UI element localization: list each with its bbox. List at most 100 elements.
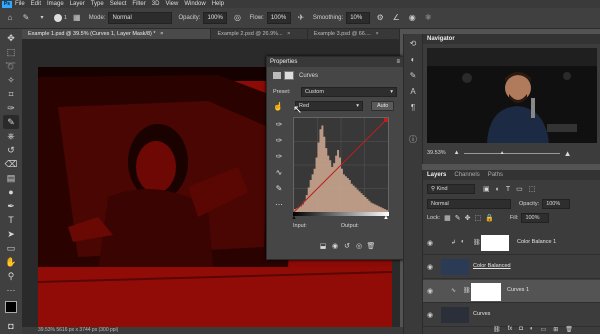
hand-tool-icon[interactable]: ✋ <box>3 255 19 269</box>
pressure-opacity-icon[interactable]: ◎ <box>231 12 243 24</box>
gear-icon[interactable]: ⚙ <box>374 12 386 24</box>
path-selection-tool-icon[interactable]: ➤ <box>3 227 19 241</box>
menu-image[interactable]: Image <box>47 1 64 7</box>
smoothing-field[interactable]: 10% <box>346 12 371 24</box>
trash-icon[interactable]: 🗑 <box>565 326 573 333</box>
menu-select[interactable]: Select <box>110 1 127 7</box>
layer-mask-thumbnail[interactable] <box>471 283 501 301</box>
character-panel-icon[interactable]: A <box>407 86 419 98</box>
tab-example-1[interactable]: Example 1.psd @ 39.5% (Curves 1, Layer M… <box>22 29 212 39</box>
angle-icon[interactable]: ∠ <box>390 12 402 24</box>
smooth-curve-icon[interactable]: ⋯ <box>273 199 285 211</box>
menu-type[interactable]: Type <box>91 1 104 7</box>
pencil-draw-icon[interactable]: ✎ <box>273 183 285 195</box>
layer-row[interactable]: ◉ ↲ ◐ ⛓ Color Balance 1 <box>423 232 600 255</box>
move-tool-icon[interactable]: ✥ <box>3 31 19 45</box>
layer-thumbnail[interactable] <box>441 259 469 275</box>
menu-layer[interactable]: Layer <box>70 1 85 7</box>
trash-icon[interactable]: 🗑 <box>365 243 377 250</box>
curve-graph[interactable] <box>293 117 389 213</box>
new-adjustment-icon[interactable]: ◐ <box>530 326 534 333</box>
more-tools-icon[interactable]: ··· <box>3 283 19 297</box>
menu-help[interactable]: Help <box>212 1 224 7</box>
menu-edit[interactable]: Edit <box>31 1 41 7</box>
dodge-tool-icon[interactable]: ● <box>3 185 19 199</box>
gray-point-eyedropper-icon[interactable]: ✑ <box>273 135 285 147</box>
gradient-tool-icon[interactable]: ▤ <box>3 171 19 185</box>
brush-preset-icon[interactable]: ✎ <box>20 12 32 24</box>
lock-transparent-icon[interactable]: ▦ <box>444 214 451 222</box>
link-layers-icon[interactable]: ⛓ <box>493 326 501 333</box>
mode-select[interactable]: Normal <box>108 12 173 24</box>
chevron-down-icon[interactable]: ▾ <box>36 12 48 24</box>
view-previous-state-icon[interactable]: ◉ <box>329 243 341 250</box>
brush-tool-icon[interactable]: ✎ <box>3 115 19 129</box>
clone-stamp-tool-icon[interactable]: ⎈ <box>3 129 19 143</box>
lasso-tool-icon[interactable]: ➰ <box>3 59 19 73</box>
tab-channels[interactable]: Channels <box>450 172 483 178</box>
brush-size-picker[interactable]: 1 <box>54 14 67 22</box>
visibility-eye-icon[interactable]: ◉ <box>427 263 433 271</box>
tab-paths[interactable]: Paths <box>484 172 507 178</box>
type-tool-icon[interactable]: T <box>3 213 19 227</box>
menu-window[interactable]: Window <box>184 1 205 7</box>
zoom-slider[interactable]: ▲ <box>463 150 560 156</box>
filter-adjustment-icon[interactable]: ◐ <box>496 186 500 193</box>
clip-to-layer-icon[interactable]: ⬓ <box>317 243 329 250</box>
symmetry-icon[interactable]: ⚛ <box>422 12 434 24</box>
channel-select[interactable]: Red ▾ <box>294 101 363 111</box>
on-image-adjust-icon[interactable]: ☝ <box>273 102 283 111</box>
lock-position-icon[interactable]: ✥ <box>465 214 471 222</box>
menu-file[interactable]: File <box>15 1 25 7</box>
lock-pixels-icon[interactable]: ✎ <box>455 214 461 222</box>
visibility-eye-icon[interactable]: ◉ <box>427 287 433 295</box>
info-panel-icon[interactable]: ⓘ <box>407 134 419 146</box>
layer-row[interactable]: ◉ Color Balanced <box>423 256 600 279</box>
pressure-size-icon[interactable]: ◉ <box>406 12 418 24</box>
kind-filter-select[interactable]: ⚲ Kind <box>427 184 475 194</box>
navigator-thumbnail[interactable] <box>427 48 597 143</box>
new-group-icon[interactable]: ▭ <box>541 326 547 333</box>
layer-thumbnail[interactable] <box>441 307 469 323</box>
layer-opacity-field[interactable]: 100% <box>542 199 571 209</box>
close-icon[interactable]: × <box>160 31 163 37</box>
curve-endpoint[interactable] <box>384 118 388 122</box>
lock-all-icon[interactable]: 🔒 <box>485 214 494 222</box>
zoom-slider-thumb[interactable]: ▲ <box>500 150 505 156</box>
panel-menu-icon[interactable]: ≡ <box>396 59 400 65</box>
history-brush-tool-icon[interactable]: ↺ <box>3 143 19 157</box>
history-panel-icon[interactable]: ⟲ <box>407 38 419 50</box>
menu-view[interactable]: View <box>165 1 178 7</box>
crop-tool-icon[interactable]: ⌗ <box>3 87 19 101</box>
white-point-slider[interactable]: ▲ <box>383 215 389 221</box>
brush-settings-icon[interactable]: ▦ <box>71 12 83 24</box>
lock-artboard-icon[interactable]: ⬚ <box>475 214 482 222</box>
zoom-out-icon[interactable]: ▲ <box>454 150 460 156</box>
visibility-eye-icon[interactable]: ◉ <box>427 311 433 319</box>
photoshop-logo-icon[interactable]: Ps <box>2 0 12 8</box>
layer-row-selected[interactable]: ◉ ∿ ⛓ Curves 1 <box>423 280 600 303</box>
reset-icon[interactable]: ↺ <box>341 243 353 250</box>
eraser-tool-icon[interactable]: ⌫ <box>3 157 19 171</box>
layer-fill-field[interactable]: 100% <box>521 213 550 223</box>
layer-mask-thumbnail[interactable] <box>481 235 509 251</box>
paragraph-panel-icon[interactable]: ¶ <box>407 102 419 114</box>
menu-filter[interactable]: Filter <box>132 1 145 7</box>
rectangle-tool-icon[interactable]: ▭ <box>3 241 19 255</box>
visibility-eye-icon[interactable]: ◉ <box>427 239 433 247</box>
pen-tool-icon[interactable]: ✒ <box>3 199 19 213</box>
filter-smart-object-icon[interactable]: ⬚ <box>529 185 536 193</box>
close-icon[interactable]: × <box>287 31 290 37</box>
filter-shape-icon[interactable]: ▭ <box>516 185 523 193</box>
eyedropper-tool-icon[interactable]: ✑ <box>3 101 19 115</box>
menu-3d[interactable]: 3D <box>152 1 160 7</box>
curve-point-tool-icon[interactable]: ∿ <box>273 167 285 179</box>
mask-icon[interactable] <box>284 71 294 80</box>
quick-mask-icon[interactable]: ◘ <box>3 319 19 333</box>
black-point-slider[interactable]: ▲ <box>291 215 297 221</box>
tab-example-3[interactable]: Example 3.psd @ 66.... × <box>308 29 400 39</box>
layer-style-icon[interactable]: fx <box>508 326 513 333</box>
magic-wand-tool-icon[interactable]: ✧ <box>3 73 19 87</box>
foreground-color-swatch[interactable] <box>5 301 17 313</box>
black-point-eyedropper-icon[interactable]: ✑ <box>273 119 285 131</box>
